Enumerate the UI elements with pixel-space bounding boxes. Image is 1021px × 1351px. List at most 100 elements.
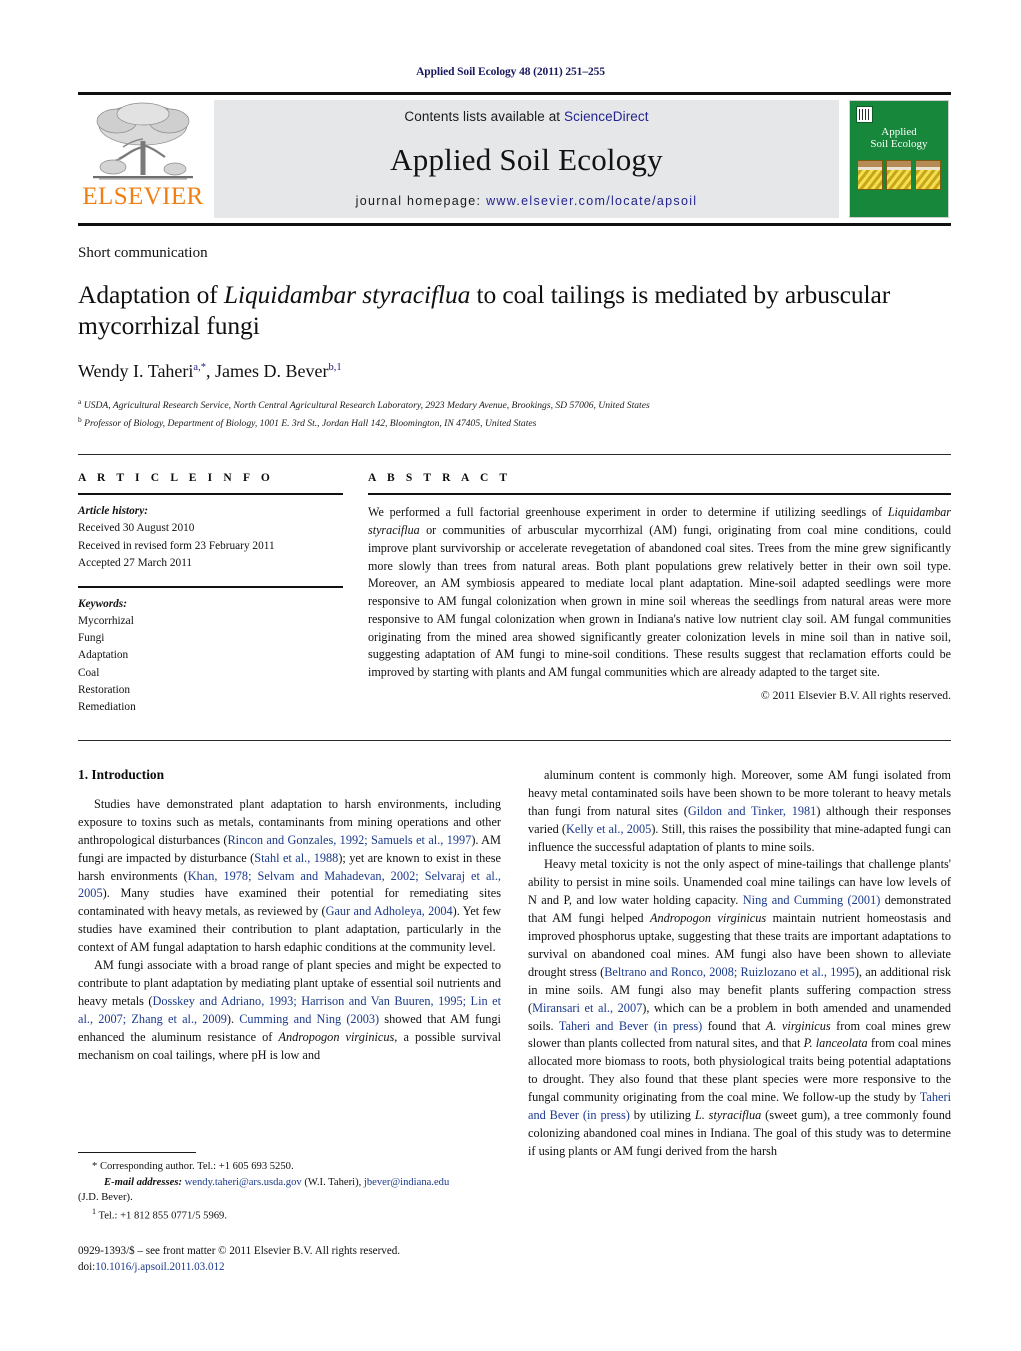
author-separator: , xyxy=(205,361,215,382)
body-column-right: aluminum content is commonly high. Moreo… xyxy=(528,767,951,1161)
corresponding-line: * Corresponding author. Tel.: +1 605 693… xyxy=(92,1161,294,1172)
citation-link[interactable]: Rincon and Gonzales, 1992; Samuels et al… xyxy=(227,833,471,847)
article-info-column: A R T I C L E I N F O Article history: R… xyxy=(78,472,343,716)
journal-band: Contents lists available at ScienceDirec… xyxy=(214,100,839,218)
divider xyxy=(78,585,343,588)
keyword-item: Mycorrhizal xyxy=(78,615,134,628)
author-list: Wendy I. Taheria,*, James D. Beverb,1 xyxy=(78,361,951,382)
sciencedirect-link[interactable]: ScienceDirect xyxy=(564,109,649,124)
cover-title-line2: Soil Ecology xyxy=(870,138,928,151)
body-column-left: 1. Introduction Studies have demonstrate… xyxy=(78,767,501,1161)
contents-line: Contents lists available at ScienceDirec… xyxy=(404,109,648,124)
title-species: Liquidambar styraciflua xyxy=(223,280,471,309)
species-name: P. lanceolata xyxy=(803,1036,868,1051)
cover-title: Applied Soil Ecology xyxy=(870,126,927,151)
affiliations: a USDA, Agricultural Research Service, N… xyxy=(78,396,951,432)
body-columns: 1. Introduction Studies have demonstrate… xyxy=(78,767,951,1161)
abstract-part2: or communities of arbuscular mycorrhizal… xyxy=(368,523,951,680)
article-history-label: Article history: xyxy=(78,505,148,518)
keyword-item: Restoration xyxy=(78,683,131,696)
abstract-part1: We performed a full factorial greenhouse… xyxy=(368,505,888,520)
citation-link[interactable]: Cumming and Ning (2003) xyxy=(239,1012,379,1026)
species-name: A. virginicus xyxy=(765,1018,831,1033)
soil-profile-icon xyxy=(857,159,883,190)
keywords-label: Keywords: xyxy=(78,597,127,610)
footnote-divider xyxy=(78,1152,196,1153)
footnote-block: * Corresponding author. Tel.: +1 605 693… xyxy=(78,1152,518,1275)
journal-masthead: ELSEVIER Contents lists available at Sci… xyxy=(78,92,951,226)
soil-profile-icon xyxy=(915,159,941,190)
keyword-item: Adaptation xyxy=(78,649,129,662)
doi-link[interactable]: 10.1016/j.apsoil.2011.03.012 xyxy=(95,1261,224,1273)
title-part1: Adaptation of xyxy=(78,280,224,309)
article-history: Article history: Received 30 August 2010… xyxy=(78,503,343,572)
author-2-marks: b,1 xyxy=(328,362,342,374)
citation-link[interactable]: Stahl et al., 1988 xyxy=(254,851,338,865)
doi-prefix: doi: xyxy=(78,1261,96,1274)
doi-line: doi:10.1016/j.apsoil.2011.03.012 xyxy=(78,1259,518,1275)
citation-link[interactable]: Miransari et al., 2007 xyxy=(532,1001,642,1015)
author-2: James D. Bever xyxy=(214,361,329,382)
paragraph: AM fungi associate with a broad range of… xyxy=(78,957,501,1064)
homepage-prefix: journal homepage: xyxy=(355,194,487,208)
keyword-item: Coal xyxy=(78,666,100,679)
affiliation-a-text: USDA, Agricultural Research Service, Nor… xyxy=(83,400,650,412)
divider xyxy=(78,740,951,742)
divider xyxy=(78,454,951,456)
citation-link[interactable]: Kelly et al., 2005 xyxy=(566,822,651,836)
text-run: by utilizing xyxy=(629,1107,695,1122)
article-type: Short communication xyxy=(78,245,208,261)
citation-link[interactable]: Gildon and Tinker, 1981 xyxy=(688,804,816,818)
cover-title-line1: Applied xyxy=(881,126,917,138)
species-name: Andropogon virginicus xyxy=(650,911,767,926)
info-abstract-row: A R T I C L E I N F O Article history: R… xyxy=(78,472,951,716)
journal-cover-image: Applied Soil Ecology xyxy=(849,100,949,218)
email-author-2[interactable]: jbever@indiana.edu xyxy=(364,1177,449,1188)
citation-link[interactable]: Gaur and Adholeya, 2004 xyxy=(326,904,453,918)
title-block: Short communication Adaptation of Liquid… xyxy=(78,245,951,716)
soil-profile-icon xyxy=(886,159,912,190)
journal-homepage-line: journal homepage: www.elsevier.com/locat… xyxy=(356,194,698,208)
abstract-column: A B S T R A C T We performed a full fact… xyxy=(368,472,951,716)
citation-link[interactable]: Ning and Cumming (2001) xyxy=(743,893,881,907)
species-name: L. styraciflua xyxy=(694,1107,762,1122)
author-1: Wendy I. Taheri xyxy=(78,361,194,382)
page-title: Adaptation of Liquidambar styraciflua to… xyxy=(78,279,951,341)
journal-title: Applied Soil Ecology xyxy=(390,142,663,177)
text-run: found that xyxy=(702,1018,766,1033)
affiliation-b: b Professor of Biology, Department of Bi… xyxy=(78,414,951,432)
email-line: E-mail addresses: wendy.taheri@ars.usda.… xyxy=(78,1175,518,1191)
journal-homepage-link[interactable]: www.elsevier.com/locate/apsoil xyxy=(486,194,697,208)
cover-mark-icon xyxy=(856,106,873,123)
paragraph: Studies have demonstrated plant adaptati… xyxy=(78,796,501,957)
article-info-heading: A R T I C L E I N F O xyxy=(78,472,274,485)
author-1-marks: a,* xyxy=(193,362,206,374)
history-item: Received in revised form 23 February 201… xyxy=(78,539,275,552)
elsevier-wordmark: ELSEVIER xyxy=(82,183,204,210)
copyright-line: © 2011 Elsevier B.V. All rights reserved… xyxy=(760,688,951,702)
cover-soil-profile-icons xyxy=(857,159,941,190)
contents-prefix: Contents lists available at xyxy=(404,109,565,124)
email-label: E-mail addresses: xyxy=(104,1176,182,1188)
affiliation-a: a USDA, Agricultural Research Service, N… xyxy=(78,396,951,414)
affiliation-b-text: Professor of Biology, Department of Biol… xyxy=(84,418,537,430)
citation-link[interactable]: Beltrano and Ronco, 2008; Ruizlozano et … xyxy=(604,965,855,979)
keywords-list: Keywords: Mycorrhizal Fungi Adaptation C… xyxy=(78,596,343,716)
divider xyxy=(368,493,951,496)
document-page: Applied Soil Ecology 48 (2011) 251–255 E… xyxy=(0,0,1021,1351)
email-author-1[interactable]: wendy.taheri@ars.usda.gov xyxy=(185,1177,302,1188)
abstract-text: We performed a full factorial greenhouse… xyxy=(368,504,951,682)
keyword-item: Remediation xyxy=(78,700,136,713)
issn-block: 0929-1393/$ – see front matter © 2011 El… xyxy=(78,1243,518,1275)
issn-line: 0929-1393/$ – see front matter © 2011 El… xyxy=(78,1245,401,1258)
species-name: Andropogon virginicus xyxy=(278,1029,395,1044)
corresponding-author-note: * Corresponding author. Tel.: +1 605 693… xyxy=(78,1159,518,1224)
paragraph: aluminum content is commonly high. Moreo… xyxy=(528,767,951,856)
text-run: ). xyxy=(226,1011,240,1026)
journal-cover-block: Applied Soil Ecology xyxy=(847,95,951,223)
tel-note: 1 Tel.: +1 812 855 0771/5 5969. xyxy=(78,1206,518,1224)
history-item: Received 30 August 2010 xyxy=(78,522,195,535)
affiliation-b-mark: b xyxy=(78,415,82,425)
paragraph: Heavy metal toxicity is not the only asp… xyxy=(528,856,951,1160)
citation-link[interactable]: Taheri and Bever (in press) xyxy=(559,1019,702,1033)
